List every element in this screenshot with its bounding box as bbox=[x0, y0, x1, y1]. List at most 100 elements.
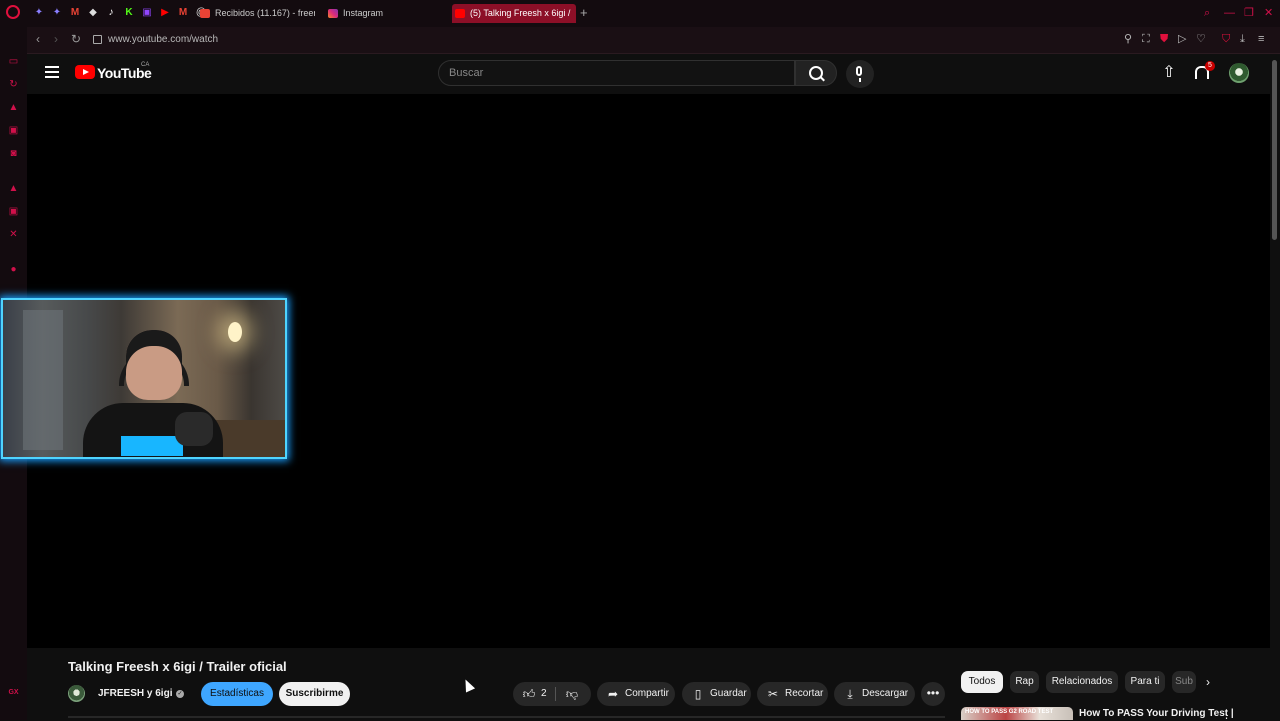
minimize-icon[interactable]: — bbox=[1224, 6, 1235, 20]
webcam-background-lamp bbox=[228, 322, 242, 342]
messenger-icon[interactable]: ◙ bbox=[8, 148, 19, 159]
gx-corner-icon[interactable]: GX bbox=[8, 687, 19, 698]
channel-name[interactable]: JFREESH y 6igi bbox=[98, 688, 172, 699]
tiktok-icon[interactable]: ♪ bbox=[105, 7, 117, 19]
upload-icon[interactable]: ⇧ bbox=[1161, 64, 1177, 82]
youtube-logo-icon[interactable] bbox=[75, 65, 95, 79]
search-button[interactable] bbox=[795, 60, 837, 86]
history-icon[interactable]: ↻ bbox=[8, 79, 19, 90]
music-icon[interactable]: ● bbox=[8, 264, 19, 275]
tab-instagram[interactable]: Instagram bbox=[325, 4, 435, 23]
search-tabs-icon[interactable]: ⌕ bbox=[1204, 6, 1210, 20]
notifications-button[interactable]: 5 bbox=[1193, 61, 1215, 82]
tab-label: Instagram bbox=[343, 8, 384, 18]
twitch-icon[interactable]: ▣ bbox=[141, 7, 153, 19]
recommendation-thumbnail[interactable]: HOW TO PASS G2 ROAD TEST bbox=[961, 707, 1073, 720]
opera-logo-icon[interactable] bbox=[6, 5, 20, 19]
chip-relacionados[interactable]: Relacionados bbox=[1046, 671, 1118, 693]
more-actions-button[interactable]: ••• bbox=[921, 682, 945, 706]
kick-icon[interactable]: K bbox=[123, 7, 135, 19]
more-vert-icon[interactable]: ⋮ bbox=[1221, 708, 1232, 721]
mouse-cursor-icon bbox=[460, 677, 476, 693]
tab-gmail[interactable]: Recibidos (11.167) - freer bbox=[197, 4, 315, 23]
easy-setup-icon[interactable]: ≡ bbox=[1258, 32, 1264, 46]
like-count: 2 bbox=[541, 688, 547, 699]
tab-label: Recibidos (11.167) - freer bbox=[215, 8, 315, 18]
chip-sub[interactable]: Sub bbox=[1172, 671, 1196, 693]
heart-icon[interactable]: ♡ bbox=[1196, 32, 1206, 46]
channel-avatar[interactable] bbox=[68, 685, 85, 702]
x-icon[interactable]: ✕ bbox=[8, 229, 19, 240]
gmail-icon[interactable]: M bbox=[69, 7, 81, 19]
webcam-background-door bbox=[23, 310, 63, 450]
youtube-icon bbox=[455, 9, 465, 18]
tab-bar: ✦ ✦ M ◆ ♪ K ▣ ▶ M @ Recibidos (11.167) -… bbox=[0, 0, 1280, 27]
chevron-right-icon[interactable]: › bbox=[1206, 675, 1210, 689]
address-bar: ‹ › ↻ www.youtube.com/watch ⚲ ⛶ ⛊ ▷ ♡ ⛉ … bbox=[27, 27, 1280, 54]
like-button[interactable]: 👍︎ 2 👎︎ bbox=[513, 682, 591, 706]
download-icon: ⤓ bbox=[847, 687, 853, 701]
gmail-icon[interactable]: M bbox=[177, 7, 189, 19]
save-label: Guardar bbox=[710, 688, 747, 699]
twitch-icon[interactable]: ▣ bbox=[8, 206, 19, 217]
thumbs-down-icon[interactable]: 👎︎ bbox=[565, 687, 579, 701]
clip-button[interactable]: ✂ Recortar bbox=[757, 682, 828, 706]
clip-label: Recortar bbox=[785, 688, 824, 699]
wallet-icon[interactable]: ▲ bbox=[8, 102, 19, 113]
download-label: Descargar bbox=[862, 688, 909, 699]
stats-button[interactable]: Estadísticas bbox=[201, 682, 273, 706]
microphone-icon bbox=[856, 66, 862, 82]
webcam-person-head bbox=[126, 330, 182, 400]
video-title: Talking Freesh x 6igi / Trailer oficial bbox=[68, 659, 287, 674]
extension-icon[interactable]: ⛉ bbox=[1222, 32, 1230, 46]
page-scrollbar[interactable] bbox=[1272, 60, 1277, 240]
share-button[interactable]: ➦ Compartir bbox=[597, 682, 675, 706]
tab-youtube[interactable]: (5) Talking Freesh x 6igi / bbox=[452, 4, 576, 23]
new-tab-button[interactable]: + bbox=[580, 6, 588, 20]
share-label: Compartir bbox=[625, 688, 669, 699]
back-icon[interactable]: ‹ bbox=[36, 32, 40, 46]
lock-icon bbox=[93, 35, 102, 44]
country-code: CA bbox=[141, 62, 150, 68]
share-icon: ➦ bbox=[607, 687, 619, 701]
inbox-icon[interactable]: ▭ bbox=[8, 56, 19, 67]
tab-label: (5) Talking Freesh x 6igi / bbox=[470, 8, 571, 18]
arc-icon[interactable]: ▲ bbox=[8, 183, 19, 194]
messenger-icon[interactable]: ✦ bbox=[33, 7, 45, 19]
url-field[interactable]: www.youtube.com/watch bbox=[108, 34, 218, 45]
chip-rap[interactable]: Rap bbox=[1010, 671, 1039, 693]
adblock-icon[interactable]: ⛊ bbox=[1160, 32, 1168, 46]
download-icon[interactable]: ⤓ bbox=[1240, 32, 1245, 46]
webcam-shirt-logo bbox=[121, 436, 183, 456]
player-icon[interactable]: ▷ bbox=[1178, 32, 1186, 46]
voice-search-button[interactable] bbox=[846, 60, 874, 88]
chip-todos[interactable]: Todos bbox=[961, 671, 1003, 693]
subscribe-button[interactable]: Suscribirme bbox=[279, 682, 350, 706]
recommendation-title[interactable]: How To PASS Your Driving Test | bbox=[1079, 708, 1234, 719]
hamburger-menu-icon[interactable] bbox=[45, 66, 59, 78]
scissors-icon: ✂ bbox=[767, 687, 779, 701]
gmail-icon bbox=[200, 9, 210, 18]
bookmark-icon: ▯ bbox=[694, 687, 702, 701]
messenger-icon[interactable]: ✦ bbox=[51, 7, 63, 19]
download-button[interactable]: ⤓ Descargar bbox=[834, 682, 915, 706]
close-icon[interactable]: ✕ bbox=[1264, 6, 1273, 20]
search-input[interactable] bbox=[438, 60, 795, 86]
twitch-icon[interactable]: ▣ bbox=[8, 125, 19, 136]
chip-para-ti[interactable]: Para ti bbox=[1125, 671, 1165, 693]
reload-icon[interactable]: ↻ bbox=[71, 32, 81, 46]
webcam-overlay bbox=[1, 298, 287, 459]
save-button[interactable]: ▯ Guardar bbox=[682, 682, 751, 706]
bookmark-icon[interactable]: ⚲ bbox=[1124, 32, 1132, 46]
search-icon bbox=[809, 66, 823, 80]
youtube-header: YouTube CA ⇧ 5 bbox=[27, 54, 1270, 94]
diamond-icon[interactable]: ◆ bbox=[87, 7, 99, 19]
notification-badge: 5 bbox=[1205, 61, 1215, 71]
youtube-icon[interactable]: ▶ bbox=[159, 7, 171, 19]
forward-icon[interactable]: › bbox=[54, 32, 58, 46]
account-avatar[interactable] bbox=[1229, 63, 1249, 83]
description-box-edge bbox=[68, 716, 945, 718]
maximize-icon[interactable]: ❐ bbox=[1244, 6, 1254, 20]
snapshot-icon[interactable]: ⛶ bbox=[1142, 32, 1150, 46]
thumbs-up-icon: 👍︎ bbox=[522, 687, 536, 701]
